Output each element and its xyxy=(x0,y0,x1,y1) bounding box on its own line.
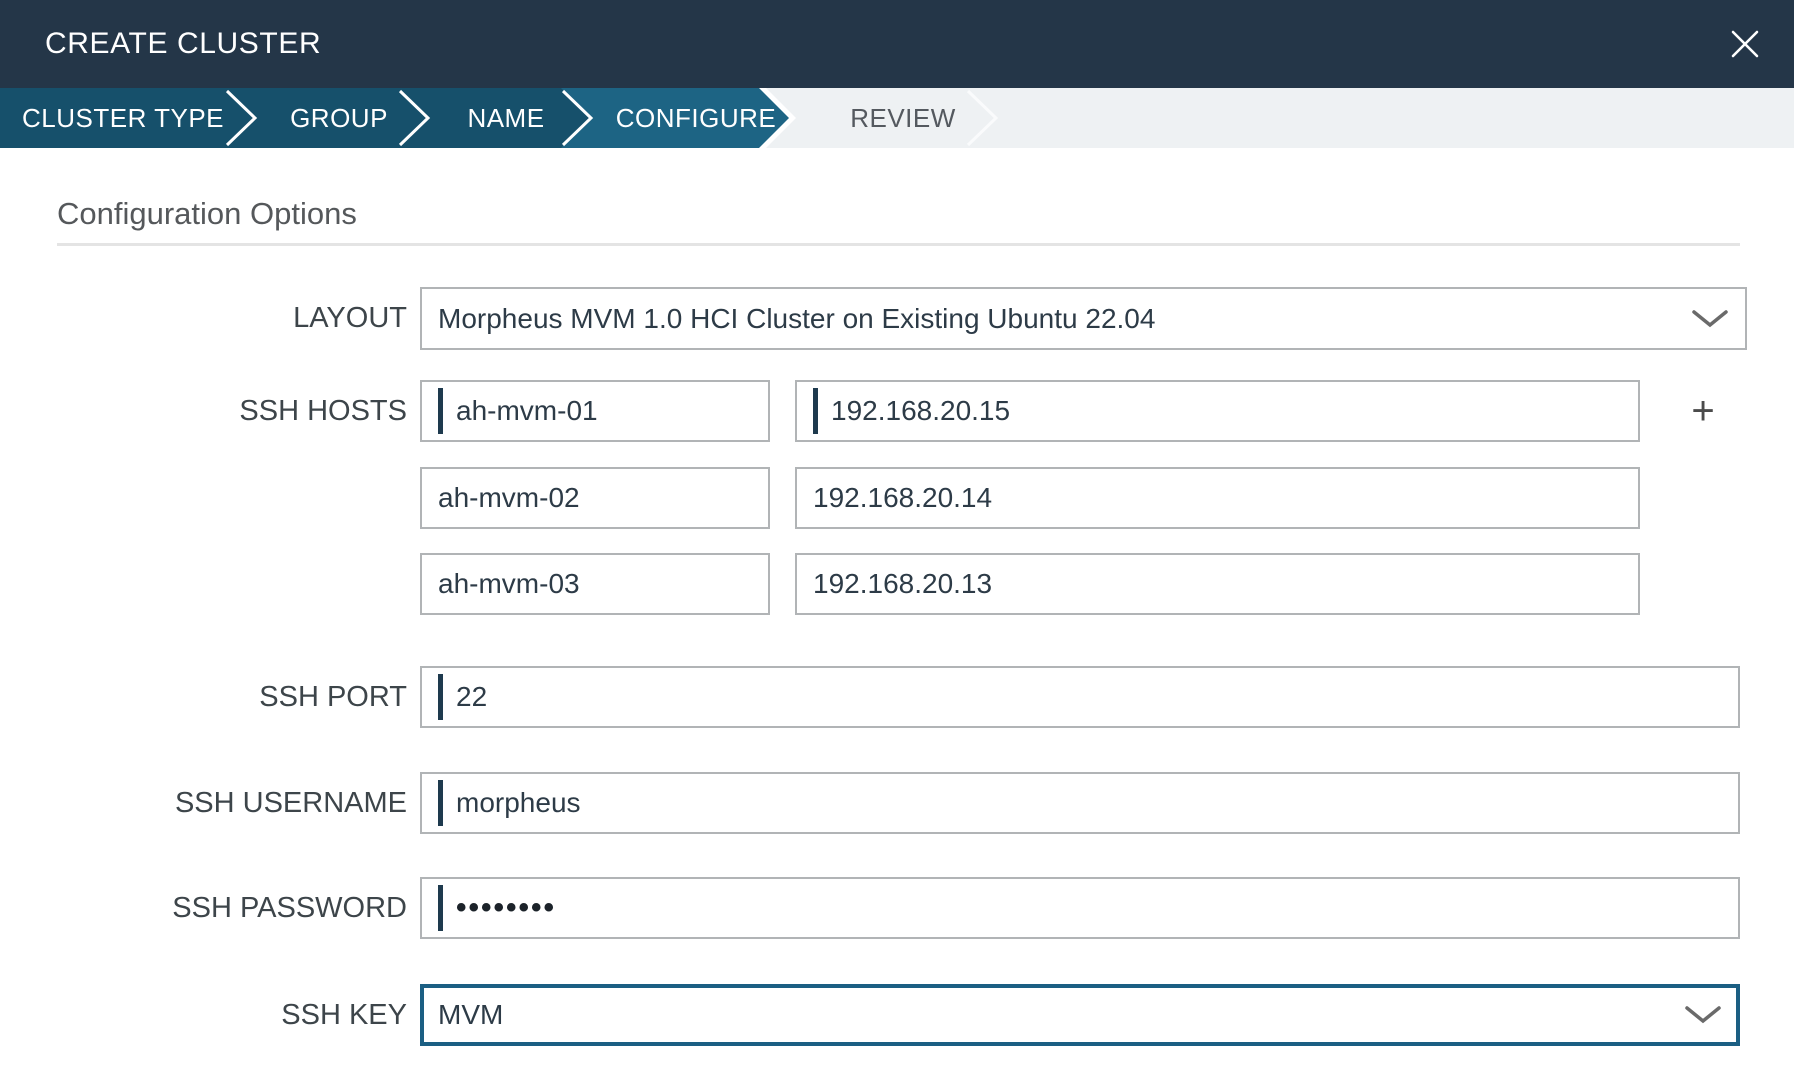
step-name[interactable]: NAME xyxy=(467,88,544,148)
ssh-key-label: SSH KEY xyxy=(281,984,407,1046)
ssh-host-name-input[interactable]: ah-mvm-01 xyxy=(420,380,770,442)
field-modified-bar xyxy=(438,674,443,720)
ssh-host-address-value: 192.168.20.14 xyxy=(813,482,992,514)
field-modified-bar xyxy=(813,388,818,434)
ssh-password-label: SSH PASSWORD xyxy=(172,877,407,939)
ssh-host-address-value: 192.168.20.13 xyxy=(813,568,992,600)
add-host-button[interactable]: + xyxy=(1681,386,1725,436)
ssh-port-input[interactable]: 22 xyxy=(420,666,1740,728)
step-separator-chevron-icon xyxy=(224,88,258,148)
section-divider xyxy=(57,243,1740,246)
step-configure[interactable]: CONFIGURE xyxy=(616,88,777,148)
layout-label: LAYOUT xyxy=(293,287,407,349)
create-cluster-modal: CREATE CLUSTER CLUSTER TYPE GROUP NAME C… xyxy=(0,0,1794,1070)
ssh-password-masked-value: •••••••• xyxy=(456,891,556,925)
step-review[interactable]: REVIEW xyxy=(850,88,956,148)
ssh-username-input[interactable]: morpheus xyxy=(420,772,1740,834)
ssh-password-input[interactable]: •••••••• xyxy=(420,877,1740,939)
step-separator-chevron-icon xyxy=(965,88,999,148)
ssh-key-select[interactable]: MVM xyxy=(420,984,1740,1046)
field-modified-bar xyxy=(438,780,443,826)
modal-title: CREATE CLUSTER xyxy=(45,27,321,61)
chevron-down-icon xyxy=(1684,1005,1722,1025)
ssh-host-name-input[interactable]: ah-mvm-03 xyxy=(420,553,770,615)
step-group[interactable]: GROUP xyxy=(290,88,388,148)
step-cluster-type[interactable]: CLUSTER TYPE xyxy=(22,88,224,148)
wizard-step-bar: CLUSTER TYPE GROUP NAME CONFIGURE REVIEW xyxy=(0,88,1794,148)
ssh-host-name-value: ah-mvm-02 xyxy=(438,482,580,514)
step-separator-chevron-icon xyxy=(560,88,594,148)
layout-select[interactable]: Morpheus MVM 1.0 HCI Cluster on Existing… xyxy=(420,287,1747,350)
ssh-host-name-value: ah-mvm-01 xyxy=(456,395,598,427)
ssh-host-address-input[interactable]: 192.168.20.13 xyxy=(795,553,1640,615)
ssh-port-value: 22 xyxy=(456,681,487,713)
layout-select-value: Morpheus MVM 1.0 HCI Cluster on Existing… xyxy=(438,303,1155,335)
close-icon[interactable] xyxy=(1726,25,1764,63)
ssh-username-label: SSH USERNAME xyxy=(175,772,407,834)
field-modified-bar xyxy=(438,388,443,434)
step-separator-chevron-icon xyxy=(397,88,431,148)
section-title: Configuration Options xyxy=(57,196,357,232)
field-modified-bar xyxy=(438,885,443,931)
ssh-host-name-value: ah-mvm-03 xyxy=(438,568,580,600)
ssh-host-address-input[interactable]: 192.168.20.14 xyxy=(795,467,1640,529)
ssh-username-value: morpheus xyxy=(456,787,581,819)
ssh-host-name-input[interactable]: ah-mvm-02 xyxy=(420,467,770,529)
ssh-host-address-input[interactable]: 192.168.20.15 xyxy=(795,380,1640,442)
ssh-port-label: SSH PORT xyxy=(259,666,407,728)
chevron-down-icon xyxy=(1691,309,1729,329)
ssh-key-select-value: MVM xyxy=(438,999,503,1031)
modal-header: CREATE CLUSTER xyxy=(0,0,1794,88)
ssh-hosts-label: SSH HOSTS xyxy=(239,380,407,442)
ssh-host-address-value: 192.168.20.15 xyxy=(831,395,1010,427)
